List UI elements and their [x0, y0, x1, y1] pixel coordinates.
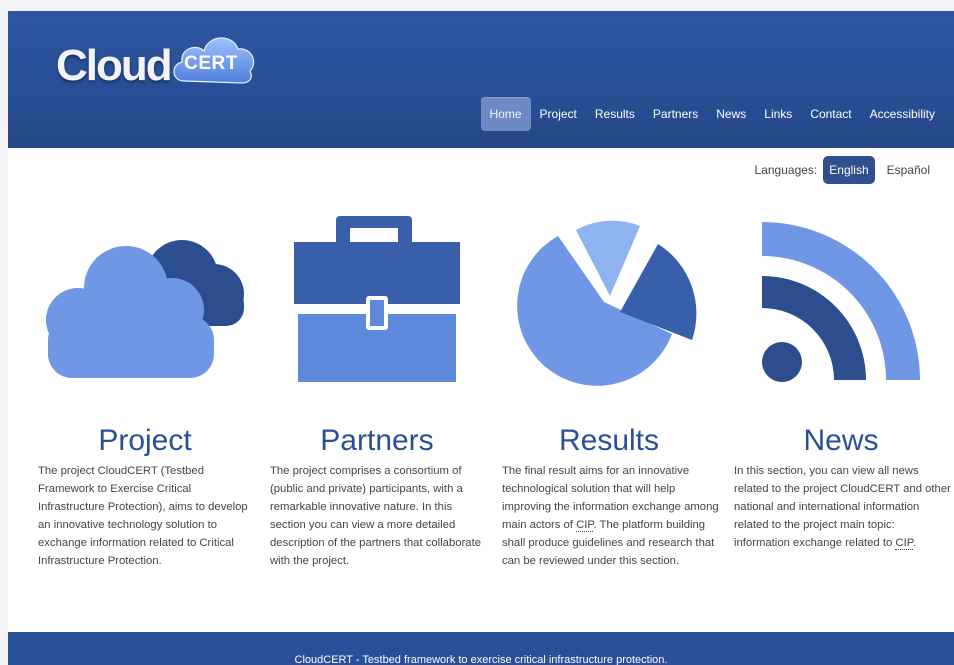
rss-icon[interactable] — [734, 216, 948, 396]
briefcase-icon[interactable] — [270, 216, 484, 396]
nav-item-contact[interactable]: Contact — [801, 97, 860, 131]
nav-item-home[interactable]: Home — [480, 97, 531, 131]
results-description: The final result aims for an innovative … — [502, 462, 720, 570]
partners-title[interactable]: Partners — [270, 424, 484, 458]
cloud-icon[interactable] — [38, 216, 252, 396]
logo-word: Cloud — [56, 41, 173, 90]
news-title[interactable]: News — [734, 424, 948, 458]
nav-item-links[interactable]: Links — [755, 97, 801, 131]
page: Cloud CERT Home Project Results Partners… — [8, 11, 954, 665]
partners-section: Partners The project comprises a consort… — [270, 216, 484, 567]
site-header: Cloud CERT Home Project Results Partners… — [8, 11, 954, 148]
news-description: In this section, you can view all news r… — [734, 462, 952, 552]
nav-item-news[interactable]: News — [707, 97, 755, 131]
site-footer: CloudCERT - Testbed framework to exercis… — [8, 632, 954, 665]
language-spanish[interactable]: Español — [881, 156, 936, 184]
results-section: Results The final result aims for an inn… — [502, 216, 719, 567]
language-switcher: Languages: English Español — [755, 156, 936, 184]
logo-badge: CERT — [184, 53, 238, 74]
news-section: News In this section, you can view all n… — [734, 216, 951, 550]
partners-description: The project comprises a consortium of (p… — [270, 465, 482, 567]
results-title[interactable]: Results — [502, 424, 716, 458]
site-logo[interactable]: Cloud CERT — [52, 29, 255, 93]
footer-text: CloudCERT - Testbed framework to exercis… — [294, 654, 668, 665]
language-label: Languages: — [754, 163, 818, 177]
project-title[interactable]: Project — [38, 424, 252, 458]
nav-item-project[interactable]: Project — [531, 97, 586, 131]
nav-item-partners[interactable]: Partners — [644, 97, 707, 131]
news-text-before: In this section, you can view all news r… — [734, 465, 951, 549]
nav-item-accessibility[interactable]: Accessibility — [861, 97, 944, 131]
project-section: Project The project CloudCERT (Testbed F… — [38, 216, 252, 567]
cip-abbreviation[interactable]: CIP — [895, 537, 913, 550]
news-text-after: . — [912, 537, 916, 549]
main-nav: Home Project Results Partners News Links… — [480, 97, 945, 131]
project-description: The project CloudCERT (Testbed Framework… — [38, 465, 248, 567]
cip-abbreviation[interactable]: CIP — [576, 519, 594, 532]
pie-chart-icon[interactable] — [502, 216, 716, 396]
nav-item-results[interactable]: Results — [586, 97, 644, 131]
language-english[interactable]: English — [823, 156, 875, 184]
